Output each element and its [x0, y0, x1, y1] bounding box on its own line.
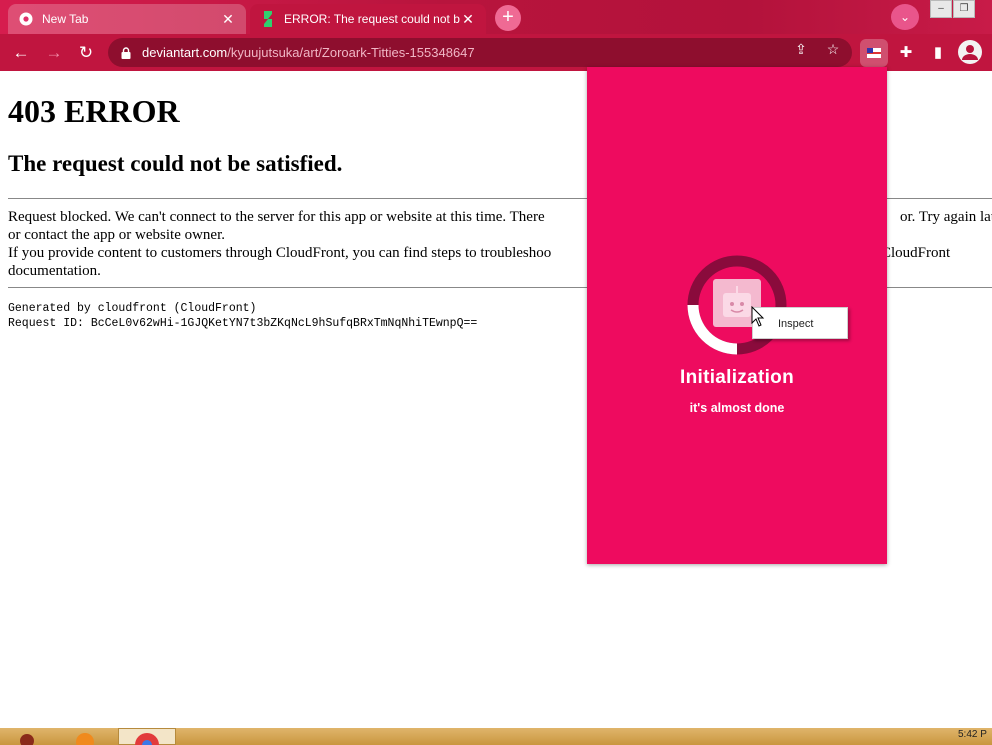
request-id-text: Request ID: BcCeL0v62wHi-1GJQKetYN7t3bZK… — [8, 317, 478, 330]
minimize-button[interactable]: – — [930, 0, 952, 18]
browser-titlebar: New Tab ✕ ERROR: The request could not b… — [0, 0, 992, 34]
url-path: /kyuujutsuka/art/Zoroark-Titties-1553486… — [227, 45, 475, 60]
browser-toolbar: ← → ↻ deviantart.com/kyuujutsuka/art/Zor… — [0, 34, 992, 71]
back-arrow-icon[interactable]: ← — [10, 42, 32, 64]
restore-button[interactable]: ❐ — [953, 0, 975, 18]
forward-arrow-icon[interactable]: → — [43, 42, 65, 64]
paragraph-text: documentation. — [8, 263, 101, 279]
generated-by-text: Generated by cloudfront (CloudFront) — [8, 302, 257, 315]
taskbar-chrome-button[interactable] — [118, 728, 176, 745]
page-title: 403 ERROR — [8, 93, 180, 129]
firefox-icon[interactable] — [72, 728, 98, 745]
deviantart-icon — [260, 11, 276, 27]
close-tab-icon[interactable]: ✕ — [220, 11, 236, 28]
reload-icon[interactable]: ↻ — [75, 42, 97, 64]
paragraph-text: If you provide content to customers thro… — [8, 245, 552, 261]
tab-label: New Tab — [42, 12, 89, 26]
page-subtitle: The request could not be satisfied. — [8, 151, 343, 176]
close-tab-icon[interactable]: ✕ — [460, 11, 476, 28]
mouse-cursor-icon — [751, 306, 765, 327]
url-host: deviantart.com — [142, 45, 228, 60]
paragraph-text: or. Try again late — [900, 209, 992, 225]
address-bar[interactable]: deviantart.com/kyuujutsuka/art/Zoroark-T… — [108, 38, 852, 67]
popup-subtitle: it's almost done — [689, 401, 785, 415]
paragraph-text: CloudFront — [881, 245, 951, 261]
popup-title: Initialization — [680, 367, 794, 388]
tab-search-icon[interactable]: ⌄ — [891, 4, 919, 30]
tab-new-tab[interactable]: New Tab ✕ — [8, 4, 246, 34]
bookmark-star-icon[interactable]: ☆ — [824, 40, 842, 58]
profile-avatar-icon[interactable] — [958, 40, 982, 64]
paragraph-text: or contact the app or website owner. — [8, 227, 226, 243]
start-button-icon[interactable] — [16, 728, 38, 745]
context-menu-item-inspect[interactable]: Inspect — [778, 318, 813, 330]
taskbar-clock: 5:42 P — [958, 729, 987, 740]
extension-active-icon[interactable] — [860, 39, 888, 67]
context-menu: Inspect — [752, 307, 848, 339]
side-panel-icon[interactable]: ▮ — [927, 42, 949, 64]
lock-icon — [121, 46, 131, 59]
share-icon[interactable]: ⇪ — [792, 40, 810, 58]
chrome-icon — [18, 11, 34, 27]
tab-label: ERROR: The request could not be — [284, 12, 460, 26]
tab-error[interactable]: ERROR: The request could not be ✕ — [250, 4, 486, 34]
new-tab-button[interactable]: + — [495, 5, 521, 31]
extensions-puzzle-icon[interactable]: ✚ — [895, 42, 917, 64]
os-taskbar: 5:42 P — [0, 728, 992, 745]
url-text: deviantart.com/kyuujutsuka/art/Zoroark-T… — [142, 45, 475, 60]
paragraph-text: Request blocked. We can't connect to the… — [8, 209, 545, 225]
system-tray-icons[interactable] — [872, 728, 932, 745]
